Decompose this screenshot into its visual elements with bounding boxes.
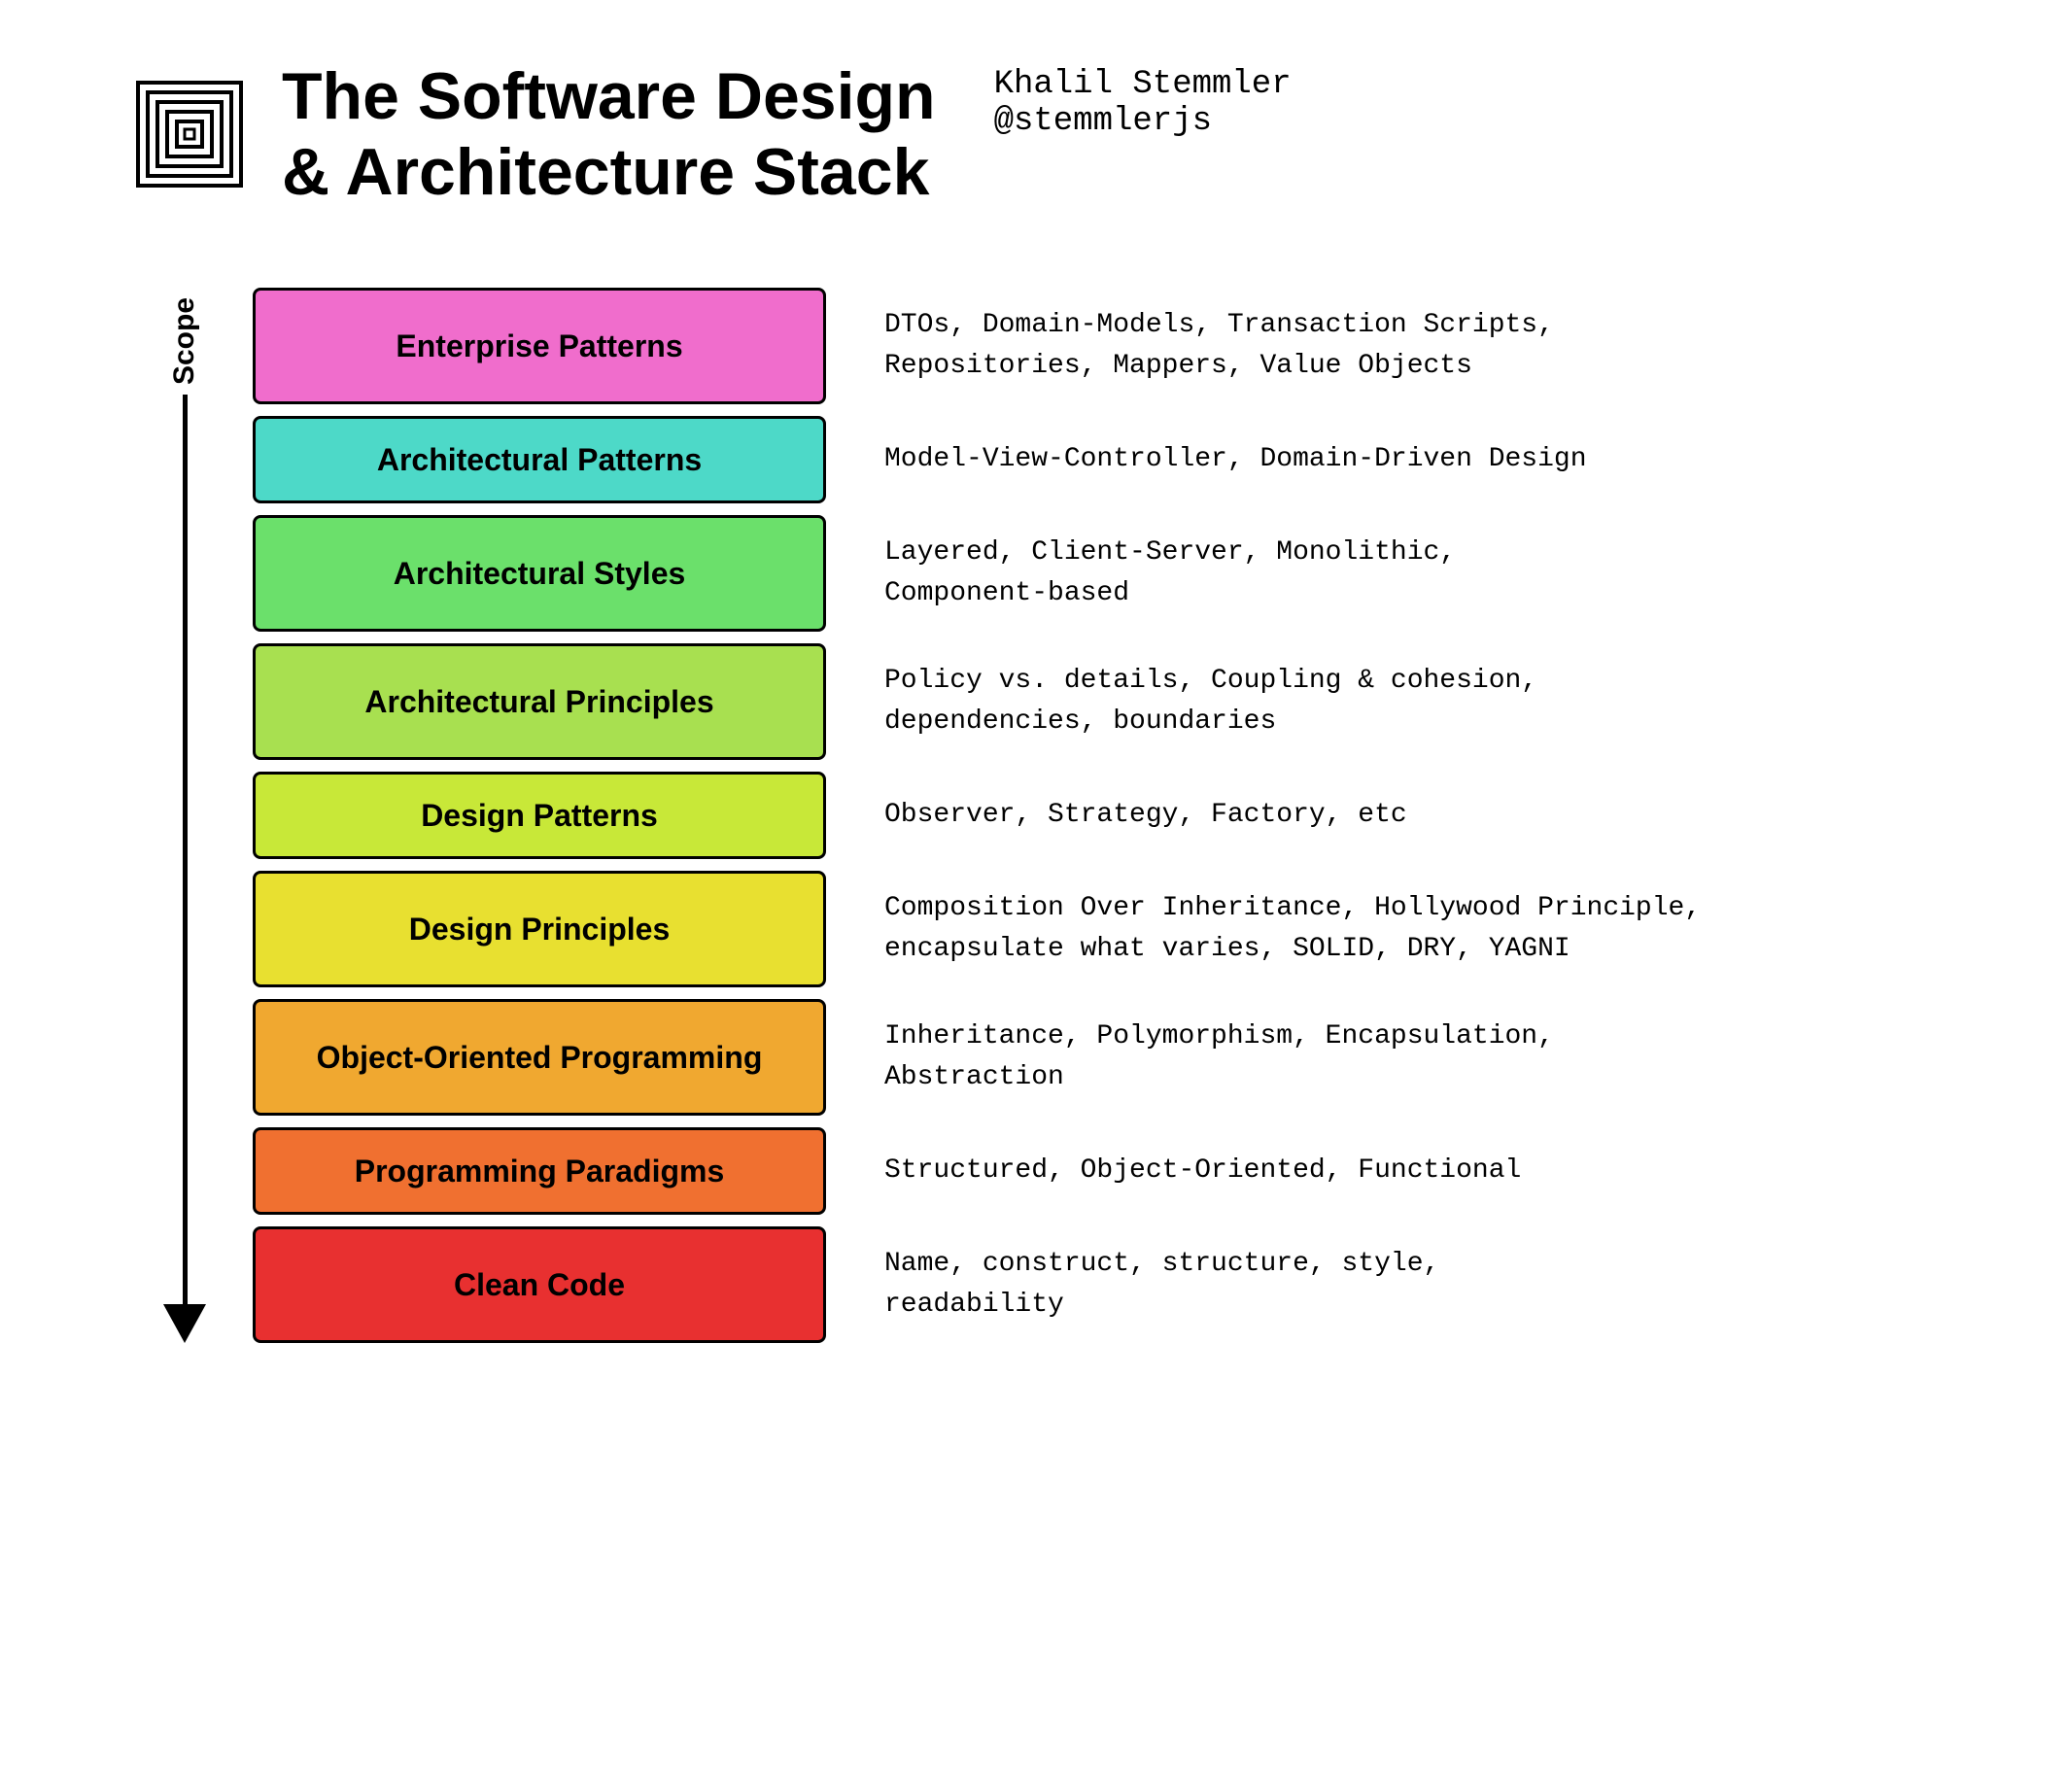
scope-column: Scope (136, 288, 233, 1343)
desc-text-enterprise-patterns: DTOs, Domain-Models, Transaction Scripts… (884, 305, 1554, 387)
scope-label: Scope (168, 297, 201, 385)
desc-item-programming-paradigms: Structured, Object-Oriented, Functional (884, 1127, 1992, 1215)
desc-item-architectural-styles: Layered, Client-Server, Monolithic, Comp… (884, 515, 1992, 632)
logo-icon (136, 81, 243, 188)
desc-text-oop: Inheritance, Polymorphism, Encapsulation… (884, 1017, 1554, 1098)
desc-item-clean-code: Name, construct, structure, style, reada… (884, 1226, 1992, 1343)
stack-item-label-architectural-patterns: Architectural Patterns (377, 440, 702, 479)
stack-item-design-principles: Design Principles (253, 871, 826, 987)
stack-item-label-oop: Object-Oriented Programming (317, 1038, 763, 1077)
desc-text-architectural-principles: Policy vs. details, Coupling & cohesion,… (884, 661, 1537, 742)
stack-item-label-architectural-principles: Architectural Principles (364, 682, 713, 721)
title-block: The Software Design & Architecture Stack… (282, 58, 1292, 210)
desc-item-design-principles: Composition Over Inheritance, Hollywood … (884, 871, 1992, 987)
descriptions-column: DTOs, Domain-Models, Transaction Scripts… (884, 288, 1992, 1343)
stack-item-enterprise-patterns: Enterprise Patterns (253, 288, 826, 404)
author-block: Khalil Stemmler @stemmlerjs (994, 58, 1292, 140)
author-name: Khalil Stemmler (994, 66, 1292, 103)
main-content: Scope Enterprise Patterns Architectural P… (136, 288, 1992, 1343)
stack-item-label-design-principles: Design Principles (409, 910, 671, 948)
stack-item-label-design-patterns: Design Patterns (421, 796, 658, 835)
stack-item-architectural-patterns: Architectural Patterns (253, 416, 826, 503)
stack-column: Enterprise Patterns Architectural Pattern… (253, 288, 826, 1343)
scope-arrow (163, 395, 206, 1343)
desc-text-programming-paradigms: Structured, Object-Oriented, Functional (884, 1151, 1521, 1191)
header: The Software Design & Architecture Stack… (136, 58, 1992, 210)
desc-text-architectural-styles: Layered, Client-Server, Monolithic, Comp… (884, 533, 1456, 614)
desc-text-design-patterns: Observer, Strategy, Factory, etc (884, 795, 1407, 836)
stack-item-programming-paradigms: Programming Paradigms (253, 1127, 826, 1215)
desc-item-enterprise-patterns: DTOs, Domain-Models, Transaction Scripts… (884, 288, 1992, 404)
desc-item-design-patterns: Observer, Strategy, Factory, etc (884, 772, 1992, 859)
stack-item-label-clean-code: Clean Code (454, 1265, 625, 1304)
stack-item-label-architectural-styles: Architectural Styles (394, 554, 686, 593)
stack-item-architectural-styles: Architectural Styles (253, 515, 826, 632)
page-title: The Software Design & Architecture Stack (282, 58, 936, 210)
stack-item-oop: Object-Oriented Programming (253, 999, 826, 1116)
arrow-line (183, 395, 188, 1304)
desc-item-oop: Inheritance, Polymorphism, Encapsulation… (884, 999, 1992, 1116)
arrow-head-icon (163, 1304, 206, 1343)
stack-item-clean-code: Clean Code (253, 1226, 826, 1343)
desc-item-architectural-patterns: Model-View-Controller, Domain-Driven Des… (884, 416, 1992, 503)
stack-item-label-enterprise-patterns: Enterprise Patterns (396, 327, 682, 365)
desc-text-design-principles: Composition Over Inheritance, Hollywood … (884, 888, 1701, 970)
stack-item-architectural-principles: Architectural Principles (253, 643, 826, 760)
stack-item-label-programming-paradigms: Programming Paradigms (355, 1152, 725, 1190)
desc-text-architectural-patterns: Model-View-Controller, Domain-Driven Des… (884, 439, 1587, 480)
author-handle: @stemmlerjs (994, 103, 1292, 140)
desc-text-clean-code: Name, construct, structure, style, reada… (884, 1244, 1439, 1326)
desc-item-architectural-principles: Policy vs. details, Coupling & cohesion,… (884, 643, 1992, 760)
stack-item-design-patterns: Design Patterns (253, 772, 826, 859)
